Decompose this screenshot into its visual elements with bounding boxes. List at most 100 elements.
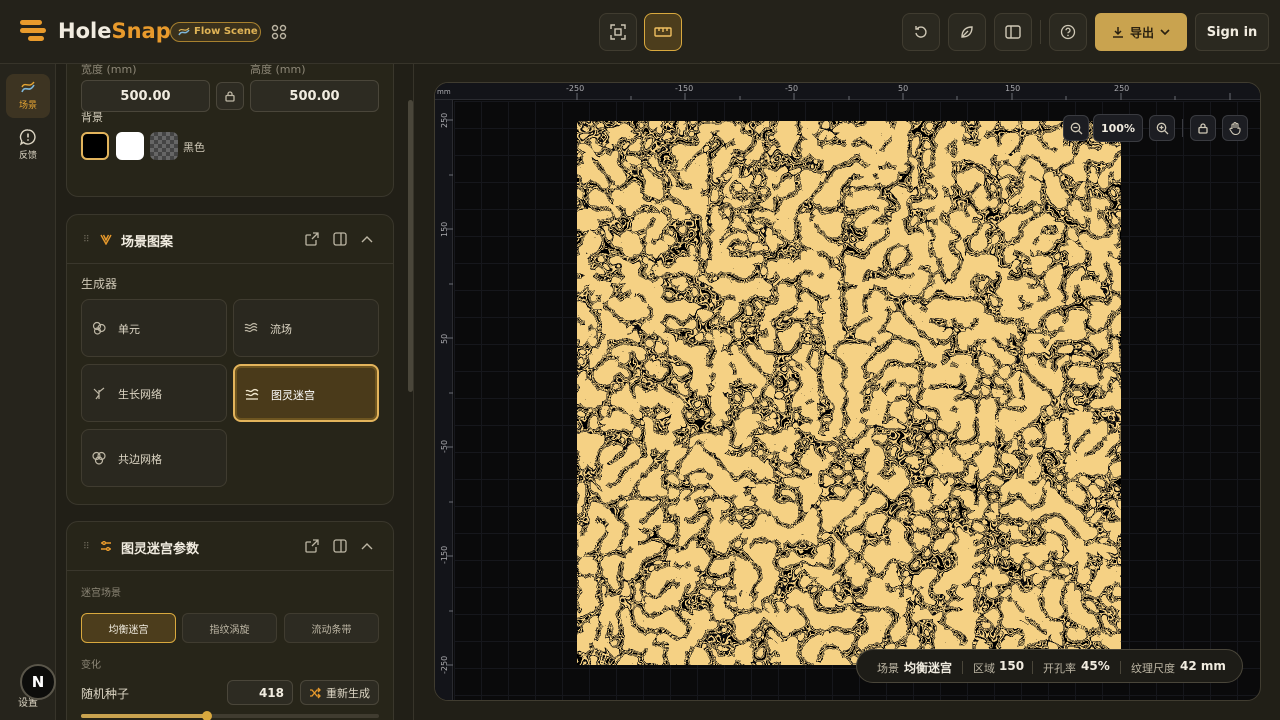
zoom-in-icon (1156, 122, 1168, 134)
rail-item-feedback[interactable]: 反馈 (6, 122, 50, 166)
brand-name: HoleSnap (58, 19, 171, 43)
pan-tool-button[interactable] (1222, 115, 1248, 141)
reset-button[interactable] (902, 13, 940, 51)
status-texture-value: 42 mm (1180, 659, 1226, 673)
scene-option-balanced[interactable]: 均衡迷宫 (81, 613, 176, 643)
background-selected-label: 黑色 (183, 141, 205, 154)
regenerate-label: 重新生成 (326, 686, 370, 700)
seed-field[interactable]: 418 (227, 680, 293, 705)
top-bar: HoleSnap Flow Scene 导出 Sign in (0, 0, 1280, 64)
turing-pattern-preview (577, 121, 1121, 665)
status-region-key: 区域 (973, 662, 995, 675)
zoom-out-icon (1070, 122, 1082, 134)
command-icon[interactable] (270, 23, 288, 45)
width-field[interactable]: 500.00 (81, 80, 210, 112)
lock-icon (1198, 123, 1208, 134)
lock-icon (225, 91, 235, 102)
aspect-lock-button[interactable] (216, 82, 244, 110)
scene-option-flow-bands[interactable]: 流动条带 (284, 613, 379, 643)
generator-label-text: 共边网格 (118, 453, 162, 466)
status-open-key: 开孔率 (1043, 662, 1076, 675)
zoom-in-button[interactable] (1149, 115, 1175, 141)
dock-icon[interactable] (333, 539, 347, 553)
canvas-viewport[interactable]: mm -250 -150 -50 50 150 250 250 150 50 -… (434, 82, 1261, 701)
brand-part2: Snap (111, 19, 171, 43)
left-rail: 场景 反馈 (0, 64, 56, 720)
maze-scene-label: 迷宫场景 (81, 588, 121, 599)
variation-label: 变化 (81, 660, 101, 671)
export-button[interactable]: 导出 (1095, 13, 1187, 51)
height-label: 高度 (mm) (250, 64, 306, 76)
swatch-white[interactable] (116, 132, 144, 160)
swatch-transparent[interactable] (150, 132, 178, 160)
scene-pattern-title: 场景图案 (121, 235, 174, 250)
frame-icon (610, 24, 626, 40)
rail-item-scene[interactable]: 场景 (6, 74, 50, 118)
hand-icon (1228, 121, 1241, 135)
drag-handle-icon[interactable]: ⠿ (83, 235, 90, 245)
generator-flow[interactable]: 流场 (233, 299, 379, 357)
swatch-black[interactable] (81, 132, 109, 160)
chevron-up-icon[interactable] (361, 235, 373, 243)
zoom-out-button[interactable] (1063, 115, 1089, 141)
turing-params-header[interactable]: ⠿ 图灵迷宫参数 (67, 522, 393, 571)
regenerate-button[interactable]: 重新生成 (300, 680, 379, 705)
drag-handle-icon[interactable]: ⠿ (83, 542, 90, 552)
help-button[interactable] (1049, 13, 1087, 51)
generator-label-text: 生长网络 (118, 388, 162, 401)
chevron-down-icon (1160, 29, 1170, 35)
dimensions-card: 宽度 (mm) 高度 (mm) 500.00 500.00 背景 黑色 (66, 64, 394, 197)
panel-scrollbar[interactable] (408, 100, 413, 392)
generator-label-text: 图灵迷宫 (271, 389, 315, 402)
avatar[interactable]: N (20, 664, 56, 700)
logo-icon (20, 18, 46, 44)
popout-icon[interactable] (305, 539, 319, 553)
generator-growth[interactable]: 生长网络 (81, 364, 227, 422)
flow-icon (178, 27, 190, 36)
status-divider (1032, 661, 1033, 674)
status-divider (1120, 661, 1121, 674)
generator-shared-edge[interactable]: 共边网格 (81, 429, 227, 487)
generator-label-text: 流场 (270, 323, 292, 336)
generator-cells[interactable]: 单元 (81, 299, 227, 357)
scene-pattern-header[interactable]: ⠿ 场景图案 (67, 215, 393, 264)
scene-type-badge: Flow Scene (170, 22, 261, 42)
leaf-icon (961, 26, 973, 38)
scene-option-fingerprint[interactable]: 指纹涡旋 (182, 613, 277, 643)
sliders-icon (101, 541, 111, 551)
ruler-toggle-button[interactable] (644, 13, 682, 51)
seed-slider[interactable] (81, 711, 379, 720)
dock-icon[interactable] (333, 232, 347, 246)
status-bar: 场景 均衡迷宫 区域 150 开孔率 45% 纹理尺度 42 mm (856, 649, 1243, 683)
growth-icon (93, 387, 105, 400)
width-label: 宽度 (mm) (81, 64, 137, 76)
height-field[interactable]: 500.00 (250, 80, 379, 112)
seed-slider-thumb[interactable] (202, 711, 212, 720)
status-scene-value: 均衡迷宫 (904, 661, 953, 675)
panel-toggle-button[interactable] (994, 13, 1032, 51)
generator-label-text: 单元 (118, 323, 140, 336)
reset-icon (915, 26, 927, 38)
turing-params-title: 图灵迷宫参数 (121, 542, 200, 557)
generator-label: 生成器 (81, 277, 118, 291)
generator-turing[interactable]: 图灵迷宫 (233, 364, 379, 422)
cells-icon (92, 321, 106, 335)
status-scene-key: 场景 (877, 662, 899, 675)
sign-in-button[interactable]: Sign in (1195, 13, 1269, 51)
chevron-up-icon[interactable] (361, 542, 373, 550)
feedback-icon (19, 129, 36, 146)
lock-view-button[interactable] (1190, 115, 1216, 141)
viewport-divider (1182, 119, 1183, 137)
settings-panel: 宽度 (mm) 高度 (mm) 500.00 500.00 背景 黑色 ⠿ 场景… (56, 64, 414, 720)
background-label: 背景 (81, 111, 103, 124)
export-label: 导出 (1129, 25, 1154, 40)
shared-edge-icon (92, 451, 106, 465)
toolbar-divider (1040, 20, 1041, 44)
popout-icon[interactable] (305, 232, 319, 246)
brand-part1: Hole (58, 19, 112, 43)
fit-view-button[interactable] (599, 13, 637, 51)
status-texture-key: 纹理尺度 (1131, 662, 1175, 675)
scene-pattern-card: ⠿ 场景图案 生成器 单元 流场 生长网络 图灵迷宫 共边网格 (66, 214, 394, 505)
turing-params-body: 迷宫场景 均衡迷宫 指纹涡旋 流动条带 变化 随机种子 418 重新生成 (67, 571, 393, 720)
eco-mode-button[interactable] (948, 13, 986, 51)
